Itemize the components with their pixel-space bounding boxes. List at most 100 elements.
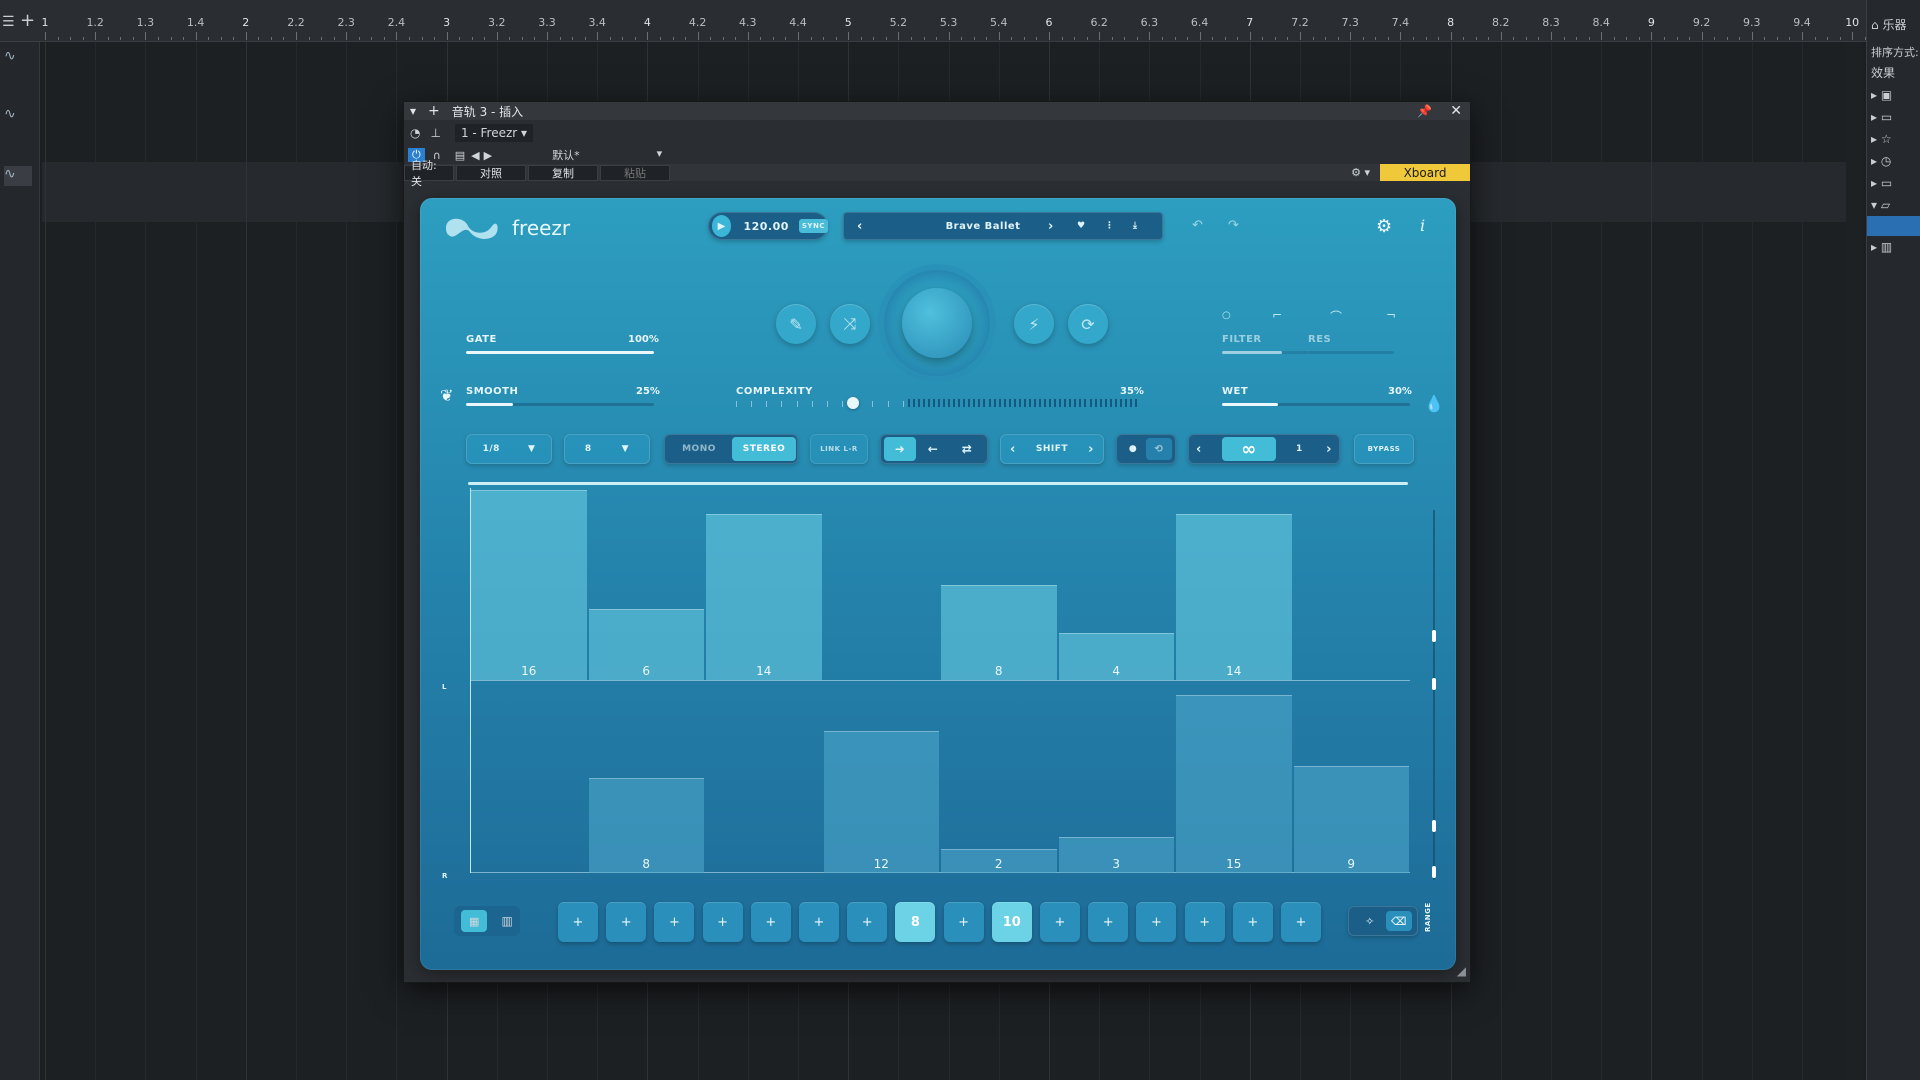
paste-button[interactable]: 粘贴 <box>600 164 670 181</box>
chevron-right-icon[interactable]: › <box>1048 219 1054 234</box>
folder-icon[interactable]: ▸ ▭ <box>1867 110 1920 124</box>
chevron-left-icon[interactable]: ‹ <box>857 219 863 234</box>
info-icon[interactable]: i <box>1420 216 1425 235</box>
gear-icon[interactable]: ⚙ ▾ <box>1351 166 1370 179</box>
record-icon[interactable]: ● <box>1120 444 1146 454</box>
waveform-icon[interactable]: ∿ <box>4 106 32 126</box>
magic-wand-icon[interactable]: ✧ <box>1354 915 1386 928</box>
link-lr-button[interactable]: LINK L-R <box>810 434 868 464</box>
bypass-circle-icon[interactable]: ◔ <box>410 126 420 140</box>
step-button-active[interactable]: 8 <box>895 902 936 942</box>
filter-shape-lp-icon[interactable]: ¬ <box>1386 308 1396 322</box>
heart-icon[interactable]: ♥ <box>1077 221 1086 231</box>
grid-view-icon[interactable]: ▦ <box>461 910 488 932</box>
arrow-right-icon[interactable]: ➜ <box>884 437 916 461</box>
refresh-icon[interactable]: ⟳ <box>1068 304 1108 344</box>
folder-icon[interactable]: ▸ ▭ <box>1867 176 1920 190</box>
wet-slider[interactable] <box>1222 403 1410 406</box>
mono-button[interactable]: MONO <box>666 444 732 454</box>
arrow-bounce-icon[interactable]: ⇄ <box>950 442 984 456</box>
range-handle[interactable] <box>1432 820 1436 832</box>
clock-icon[interactable]: ▸ ◷ <box>1867 154 1920 168</box>
chevron-left-icon[interactable]: ‹ <box>1010 442 1016 457</box>
home-icon[interactable]: ⌂ <box>1871 18 1879 32</box>
loop-icon[interactable]: ⟲ <box>1146 438 1172 460</box>
chevron-right-icon[interactable]: › <box>1088 442 1094 457</box>
rate-dropdown[interactable]: 1/8 ▼ <box>466 434 552 464</box>
right-channel-bar[interactable] <box>1176 694 1292 873</box>
copy-button[interactable]: 复制 <box>528 164 598 181</box>
filter-slider[interactable] <box>1222 351 1308 354</box>
chevron-right-icon[interactable]: › <box>1326 442 1332 457</box>
waveform-icon[interactable]: ∿ <box>4 48 32 68</box>
step-bar-chart[interactable]: 16 6 14 8 4 14 8 12 2 3 15 9 <box>470 488 1410 873</box>
add-step-button[interactable]: + <box>750 902 791 942</box>
waveform-icon[interactable]: ∿ <box>4 166 32 186</box>
resize-grip-icon[interactable]: ◢ <box>1457 964 1466 978</box>
left-channel-bar[interactable] <box>706 513 822 680</box>
add-step-button[interactable]: + <box>558 902 598 942</box>
star-icon[interactable]: ▸ ☆ <box>1867 132 1920 146</box>
gate-slider[interactable] <box>466 351 654 354</box>
browser-tab[interactable]: ⌂ 乐器 <box>1867 16 1920 33</box>
undo-icon[interactable]: ↶ <box>1192 218 1203 233</box>
smooth-slider[interactable] <box>466 403 654 406</box>
sync-button[interactable]: SYNC <box>798 219 828 233</box>
bpm-value[interactable]: 120.00 <box>743 220 788 233</box>
fx-folder-icon[interactable]: ▸ ▣ <box>1867 88 1920 102</box>
menu-icon[interactable]: ☰ <box>2 14 15 30</box>
filter-shape-bp-icon[interactable]: ⌒ <box>1330 308 1342 325</box>
stereo-button[interactable]: STEREO <box>732 437 796 461</box>
chevron-left-icon[interactable]: ‹ <box>1196 442 1202 457</box>
auto-button[interactable]: 自动: 关 <box>404 159 454 188</box>
infinity-icon[interactable]: ∞ <box>1222 437 1276 461</box>
complexity-slider[interactable] <box>736 397 1140 409</box>
add-step-button[interactable]: + <box>943 902 984 942</box>
selected-browser-item[interactable] <box>1867 216 1920 236</box>
add-step-button[interactable]: + <box>847 902 888 942</box>
xboard-button[interactable]: Xboard <box>1380 164 1470 181</box>
add-step-button[interactable]: + <box>1232 902 1273 942</box>
open-folder-icon[interactable]: ▾ ▱ <box>1867 198 1920 212</box>
vertical-scrollbar[interactable] <box>1846 42 1862 1080</box>
range-handle[interactable] <box>1432 866 1436 878</box>
right-channel-bar[interactable] <box>823 730 939 873</box>
freeze-knob[interactable] <box>902 288 972 358</box>
routing-icon[interactable]: ⊥ <box>430 126 440 140</box>
add-step-button[interactable]: + <box>799 902 839 942</box>
redo-icon[interactable]: ↷ <box>1228 218 1239 233</box>
lightning-icon[interactable]: ⚡ <box>1014 304 1054 344</box>
pin-icon[interactable]: 📌 <box>1417 104 1432 118</box>
effects-label[interactable]: 效果 <box>1867 64 1920 81</box>
complexity-handle[interactable] <box>847 397 860 409</box>
shuffle-icon[interactable]: ⤨ <box>830 304 870 344</box>
more-icon[interactable]: ⋮ <box>1105 221 1115 231</box>
add-step-button[interactable]: + <box>702 902 743 942</box>
piano-view-icon[interactable]: ▥ <box>501 914 512 928</box>
add-step-button[interactable]: + <box>1088 902 1129 942</box>
preset-name[interactable]: Brave Ballet <box>946 221 1021 232</box>
download-icon[interactable]: ⤓ <box>1133 221 1137 231</box>
pencil-icon[interactable]: ✎ <box>776 304 816 344</box>
add-track-icon[interactable]: + <box>20 10 35 31</box>
prev-preset-icon[interactable]: ◀ <box>471 149 479 162</box>
add-step-button[interactable]: + <box>654 902 695 942</box>
next-preset-icon[interactable]: ▶ <box>484 149 492 162</box>
collapse-icon[interactable]: ▾ <box>410 104 416 118</box>
left-channel-bar[interactable] <box>471 490 587 680</box>
steps-dropdown[interactable]: 8 ▼ <box>564 434 650 464</box>
add-icon[interactable]: + <box>428 103 440 119</box>
preset-dropdown[interactable]: 默认* ▾ <box>552 147 662 163</box>
filter-shape-hp-icon[interactable]: ⌐ <box>1272 308 1282 322</box>
plugin-dropdown[interactable]: 1 - Freezr ▾ <box>454 124 534 142</box>
add-step-button[interactable]: + <box>1184 902 1225 942</box>
plugin-folder-icon[interactable]: ▸ ▥ <box>1867 240 1920 254</box>
add-step-button[interactable]: + <box>606 902 647 942</box>
clear-icon[interactable]: ⌫ <box>1386 911 1412 931</box>
filter-shape-circle-icon[interactable]: ○ <box>1222 310 1231 321</box>
settings-gear-icon[interactable]: ⚙ <box>1376 216 1392 237</box>
left-channel-bar[interactable] <box>1176 513 1292 680</box>
add-step-button[interactable]: + <box>1040 902 1080 942</box>
arrow-left-icon[interactable]: ← <box>916 442 950 456</box>
compare-button[interactable]: 对照 <box>456 164 526 181</box>
